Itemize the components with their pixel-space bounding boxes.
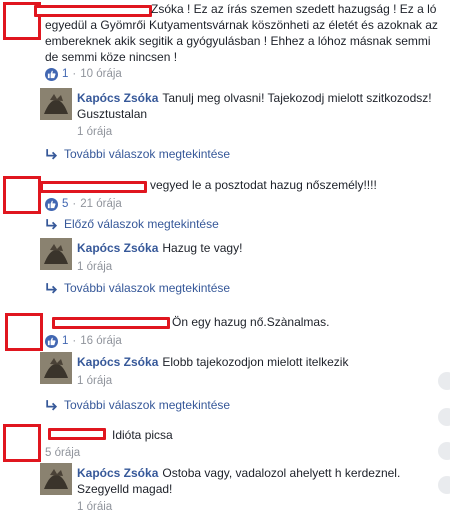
- avatar[interactable]: [40, 352, 72, 384]
- avatar[interactable]: [40, 463, 72, 495]
- reply-author[interactable]: Kapócs Zsóka: [77, 91, 158, 105]
- reply-time[interactable]: 1 órája: [77, 499, 112, 510]
- comment-time[interactable]: 21 órája: [80, 196, 122, 212]
- reply-arrow-icon: [46, 218, 58, 229]
- scroll-indicator: [438, 476, 450, 494]
- reply-author[interactable]: Kapócs Zsóka: [77, 466, 158, 480]
- more-replies-link[interactable]: További válaszok megtekintése: [45, 146, 230, 162]
- comment-time[interactable]: 10 órája: [80, 66, 122, 82]
- redacted-avatar: [5, 313, 43, 351]
- reply-arrow-icon: [46, 148, 58, 159]
- reply-author[interactable]: Kapócs Zsóka: [77, 355, 158, 369]
- redacted-avatar: [3, 176, 41, 214]
- more-replies-link[interactable]: További válaszok megtekintése: [45, 397, 230, 413]
- comment-text: Zsóka ! Ez az írás szemen szedett hazugs…: [45, 2, 438, 64]
- avatar[interactable]: [40, 88, 72, 120]
- separator: ·: [72, 68, 77, 80]
- more-replies-link[interactable]: További válaszok megtekintése: [45, 280, 230, 296]
- comment-text: vegyed le a posztodat hazug nőszemély!!!…: [150, 178, 377, 192]
- separator: ·: [72, 198, 77, 210]
- reaction-count[interactable]: 1: [62, 66, 68, 82]
- redacted-name: [40, 181, 147, 193]
- reply-arrow-icon: [46, 399, 58, 410]
- comment-text: Idióta picsa: [112, 428, 173, 442]
- comment-time[interactable]: 5 órája: [45, 445, 80, 461]
- reply-text: Kapócs Zsóka Tanulj meg olvasni! Tajekozo…: [77, 91, 432, 121]
- reply-time[interactable]: 1 órája: [77, 124, 112, 140]
- redacted-avatar: [3, 424, 41, 462]
- like-icon: [45, 67, 58, 81]
- comment-time[interactable]: 16 órája: [80, 333, 122, 349]
- reply-author[interactable]: Kapócs Zsóka: [77, 241, 158, 255]
- like-icon: [45, 334, 58, 348]
- comment-text: Ön egy hazug nő.Szànalmas.: [172, 315, 330, 329]
- scroll-indicator: [438, 408, 450, 426]
- redacted-name: [48, 428, 106, 440]
- reply-text: Kapócs Zsóka Hazug te vagy!: [77, 241, 243, 255]
- scroll-indicator: [438, 372, 450, 390]
- previous-replies-link[interactable]: Előző válaszok megtekintése: [45, 216, 219, 232]
- redacted-name: [52, 317, 170, 329]
- avatar[interactable]: [40, 238, 72, 270]
- reply-time[interactable]: 1 órája: [77, 259, 112, 275]
- reply-time[interactable]: 1 órája: [77, 373, 112, 389]
- reaction-count[interactable]: 5: [62, 196, 68, 212]
- reply-text: Kapócs Zsóka Elobb tajekozodjon mielott i…: [77, 355, 349, 369]
- separator: ·: [72, 335, 77, 347]
- comment-meta: 1 · 10 órája: [45, 66, 122, 82]
- comment-meta: 5 · 21 órája: [45, 196, 122, 212]
- reaction-count[interactable]: 1: [62, 333, 68, 349]
- reply-arrow-icon: [46, 282, 58, 293]
- comment-meta: 1 · 16 órája: [45, 333, 122, 349]
- reply-text: Kapócs Zsóka Ostoba vagy, vadalozol ahely…: [77, 466, 401, 496]
- like-icon: [45, 197, 58, 211]
- scroll-indicator: [438, 442, 450, 460]
